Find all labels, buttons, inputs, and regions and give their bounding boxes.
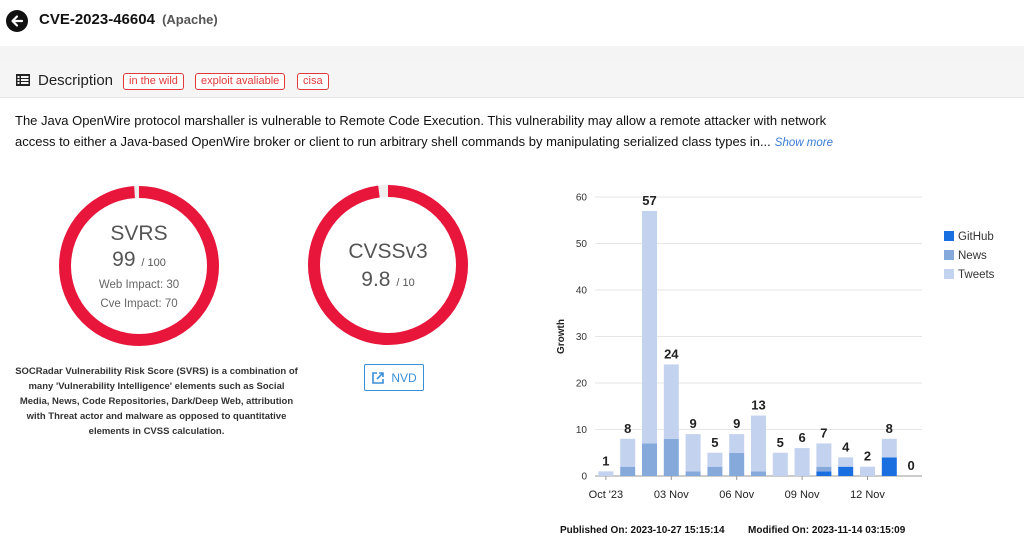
nvd-label: NVD	[391, 370, 417, 385]
bar-news-4	[685, 471, 701, 476]
modified-date: Modified On: 2023-11-14 03:15:09	[748, 525, 906, 536]
bar-total-label: 8	[624, 421, 631, 436]
bar-tweets-7	[751, 415, 766, 472]
bar-total-label: 0	[907, 458, 914, 473]
back-button[interactable]	[6, 10, 28, 32]
bar-tweets-4	[685, 434, 701, 472]
x-tick-label: Oct '23	[589, 489, 624, 501]
bar-news-6	[729, 452, 745, 476]
cve-id: CVE-2023-46604	[39, 11, 155, 28]
bar-news-5	[707, 466, 723, 476]
description-body: The Java OpenWire protocol marshaller is…	[15, 113, 827, 149]
bar-tweets-13	[881, 438, 897, 458]
legend-tweets[interactable]: Tweets	[944, 269, 994, 281]
svrs-score-value: 99	[112, 248, 136, 271]
bar-total-label: 5	[777, 435, 784, 450]
bar-tweets-11	[838, 457, 854, 467]
y-tick-label: 20	[576, 379, 588, 390]
legend-github[interactable]: GitHub	[944, 231, 994, 243]
list-icon	[16, 74, 30, 86]
legend-news-label: News	[958, 250, 987, 262]
svrs-cve-impact: Cve Impact: 70	[100, 298, 178, 310]
cvss-score-value: 9.8	[361, 268, 391, 291]
legend-tweets-label: Tweets	[958, 269, 995, 281]
bar-tweets-5	[707, 452, 723, 467]
y-tick-label: 50	[576, 239, 588, 250]
bar-total-label: 24	[664, 346, 679, 361]
x-tick-label: 09 Nov	[785, 489, 820, 501]
cvss-score: 9.8 / 10	[306, 268, 470, 292]
show-more-link[interactable]: Show more	[775, 137, 833, 149]
y-axis-label: Growth	[556, 319, 567, 354]
svrs-caption: SOCRadar Vulnerability Risk Score (SVRS)…	[15, 366, 298, 437]
tag-in-the-wild: in the wild	[123, 73, 184, 90]
cvss-gauge: CVSSv3 9.8 / 10	[306, 183, 470, 347]
description-header: Description in the wild exploit avaliabl…	[0, 62, 1024, 98]
bar-tweets-12	[860, 466, 875, 476]
bar-total-label: 13	[751, 398, 765, 413]
x-tick-label: 03 Nov	[654, 489, 689, 501]
external-link-icon	[372, 371, 385, 384]
bar-tweets-10	[816, 443, 832, 467]
y-tick-label: 10	[576, 425, 588, 436]
y-tick-label: 30	[576, 332, 588, 343]
bar-tweets-0	[598, 471, 614, 476]
bar-total-label: 5	[711, 435, 718, 450]
bar-total-label: 9	[733, 416, 740, 431]
svrs-label: SVRS	[110, 222, 168, 245]
bar-news-2	[642, 443, 657, 476]
y-tick-label: 40	[576, 286, 588, 297]
description-text: The Java OpenWire protocol marshaller is…	[15, 110, 845, 154]
svrs-score-max: / 100	[141, 257, 166, 269]
bar-github-10	[816, 471, 832, 476]
cvss-label: CVSSv3	[348, 240, 428, 263]
arrow-left-icon	[11, 15, 24, 27]
bar-news-1	[620, 466, 636, 476]
bar-total-label: 7	[820, 425, 827, 440]
bar-tweets-9	[794, 448, 810, 476]
bar-news-7	[751, 471, 766, 476]
bar-tweets-1	[620, 438, 636, 467]
nvd-button[interactable]: NVD	[364, 364, 424, 391]
published-date: Published On: 2023-10-27 15:15:14	[560, 525, 725, 536]
tag-exploit-available: exploit avaliable	[195, 73, 286, 90]
cvss-score-max: / 10	[396, 277, 415, 289]
svrs-web-impact: Web Impact: 30	[98, 279, 180, 291]
cve-vendor: (Apache)	[162, 12, 218, 27]
bar-news-10	[816, 466, 832, 472]
bar-tweets-8	[772, 452, 788, 476]
bar-tweets-6	[729, 434, 745, 453]
bar-total-label: 4	[842, 439, 850, 454]
legend-tweets-swatch	[944, 269, 954, 279]
bar-total-label: 6	[798, 430, 805, 445]
bar-total-label: 8	[886, 421, 893, 436]
y-tick-label: 60	[576, 193, 588, 204]
header-gap	[0, 46, 1024, 62]
bar-total-label: 57	[642, 193, 656, 208]
legend-github-label: GitHub	[958, 231, 994, 243]
svrs-score: 99 / 100	[57, 248, 221, 272]
bar-news-3	[663, 438, 679, 476]
x-tick-label: 12 Nov	[850, 489, 885, 501]
bar-total-label: 1	[602, 453, 609, 468]
x-tick-label: 06 Nov	[719, 489, 754, 501]
bar-total-label: 2	[864, 449, 871, 464]
cvss-ring	[308, 185, 468, 345]
bar-tweets-3	[663, 364, 679, 439]
legend-news[interactable]: News	[944, 250, 987, 262]
cve-title: CVE-2023-46604 (Apache)	[39, 11, 218, 28]
y-tick-label: 0	[581, 472, 587, 483]
svrs-gauge: SVRS 99 / 100 Web Impact: 30 Cve Impact:…	[57, 184, 221, 348]
bar-total-label: 9	[689, 416, 696, 431]
legend-news-swatch	[944, 250, 954, 260]
description-title: Description	[38, 72, 114, 89]
bar-tweets-2	[642, 210, 657, 444]
bar-github-11	[838, 466, 854, 476]
legend-github-swatch	[944, 231, 954, 241]
tag-cisa: cisa	[297, 73, 329, 90]
page-header: CVE-2023-46604 (Apache)	[0, 0, 1024, 46]
bar-github-13	[881, 457, 897, 476]
